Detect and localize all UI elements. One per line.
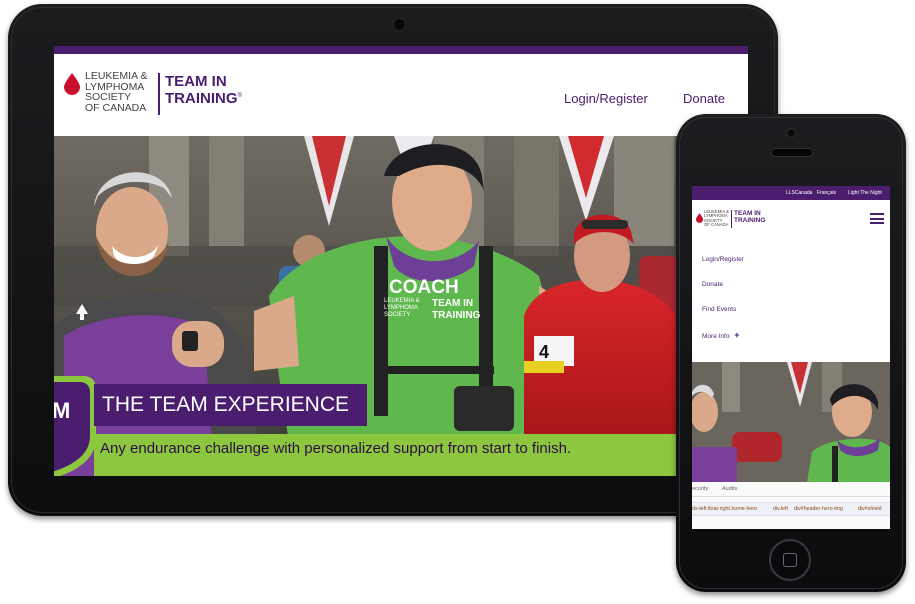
crumb-item[interactable]: div.left: [773, 503, 788, 515]
logo-line: LEUKEMIA &: [85, 70, 148, 82]
donate-link[interactable]: Donate: [683, 91, 725, 106]
logo-line: SOCIETY: [85, 91, 132, 103]
phone-screen: LLSCanada Français Light The Night LEUKE…: [692, 186, 890, 529]
more-info-label: More Info: [702, 333, 730, 340]
shirt-logo-line: TEAM IN: [432, 298, 473, 309]
menu-item-more-info[interactable]: More Info +: [702, 330, 740, 340]
shirt-logo-line: LEUKEMIA &: [384, 298, 420, 304]
menu-item-donate[interactable]: Donate: [702, 281, 723, 288]
blood-drop-icon: [64, 73, 80, 100]
devtools-breadcrumb: ds-left.float-right.home-hero div.left d…: [692, 502, 890, 516]
login-register-link[interactable]: Login/Register: [564, 91, 648, 106]
plus-icon: +: [734, 330, 740, 340]
logo-line: TEAM IN: [165, 73, 227, 90]
lls-logo-text[interactable]: LEUKEMIA & LYMPHOMA SOCIETY OF CANADA: [85, 71, 147, 113]
phone-header: LEUKEMIA & LYMPHOMA SOCIETY OF CANADA TE…: [692, 200, 890, 237]
logo-line: OF CANADA: [704, 222, 729, 228]
devtools-tabs: ecurity Audits: [692, 482, 890, 497]
phone-hero-photo: [692, 362, 890, 482]
devtools-panel: ecurity Audits ds-left.float-right.home-…: [692, 482, 890, 529]
crumb-item[interactable]: ds-left.float-right.home-hero: [692, 503, 757, 515]
crumb-item[interactable]: div#shield: [858, 503, 882, 515]
devtools-tab-audits[interactable]: Audits: [722, 482, 737, 496]
logo-line: TRAINING: [165, 90, 238, 107]
phone-tit-logo[interactable]: TEAM IN TRAINING: [734, 210, 766, 225]
tit-logo-text[interactable]: TEAM IN TRAINING®: [165, 74, 242, 106]
devtools-tab-security[interactable]: ecurity: [692, 482, 708, 496]
phone-menu: Login/Register Donate Find Events More I…: [692, 236, 890, 361]
menu-item-login[interactable]: Login/Register: [702, 256, 744, 263]
tit-shield-badge: M: [54, 376, 96, 476]
light-the-night-link[interactable]: Light The Night: [848, 186, 882, 200]
top-accent-bar: [54, 46, 748, 54]
shirt-coach-text: COACH: [389, 277, 459, 298]
logo-divider: [731, 210, 732, 228]
phone-lls-logo[interactable]: LEUKEMIA & LYMPHOMA SOCIETY OF CANADA: [704, 209, 729, 228]
shirt-logo-line: LYMPHOMA: [384, 305, 418, 311]
hero-section: 4 COACH LEUKEMIA & LYMPHOMA SOCIETY TEAM…: [54, 136, 748, 476]
hero-title: THE TEAM EXPERIENCE: [94, 384, 367, 426]
logo-line: OF CANADA: [85, 101, 147, 114]
site-header: LEUKEMIA & LYMPHOMA SOCIETY OF CANADA TE…: [54, 54, 748, 136]
phone-device: LLSCanada Français Light The Night LEUKE…: [676, 114, 906, 592]
crumb-item[interactable]: div#header-hero-img: [794, 503, 843, 515]
shirt-logo-line: TRAINING: [432, 310, 481, 321]
hero-subtitle: Any endurance challenge with personalize…: [94, 434, 748, 476]
phone-topbar: LLSCanada Français Light The Night: [692, 186, 890, 200]
logo-line: TRAINING: [734, 216, 766, 224]
menu-item-find-events[interactable]: Find Events: [702, 306, 736, 313]
registered-mark: ®: [237, 93, 242, 99]
shirt-logo-line: SOCIETY: [384, 312, 410, 318]
phone-home-button[interactable]: [769, 539, 811, 581]
hamburger-menu-icon[interactable]: [870, 213, 884, 224]
tablet-device: LEUKEMIA & LYMPHOMA SOCIETY OF CANADA TE…: [8, 4, 778, 516]
francais-link[interactable]: Français: [817, 186, 836, 200]
shield-letter: M: [54, 398, 70, 423]
home-square-icon: [783, 553, 797, 567]
race-bib-number: 4: [539, 342, 549, 362]
phone-camera: [786, 128, 796, 138]
tablet-camera: [393, 18, 406, 31]
phone-speaker: [771, 148, 813, 157]
llscanada-link[interactable]: LLSCanada: [786, 186, 812, 200]
tablet-screen: LEUKEMIA & LYMPHOMA SOCIETY OF CANADA TE…: [54, 46, 748, 476]
logo-divider: [158, 73, 160, 115]
blood-drop-icon: [696, 213, 703, 223]
